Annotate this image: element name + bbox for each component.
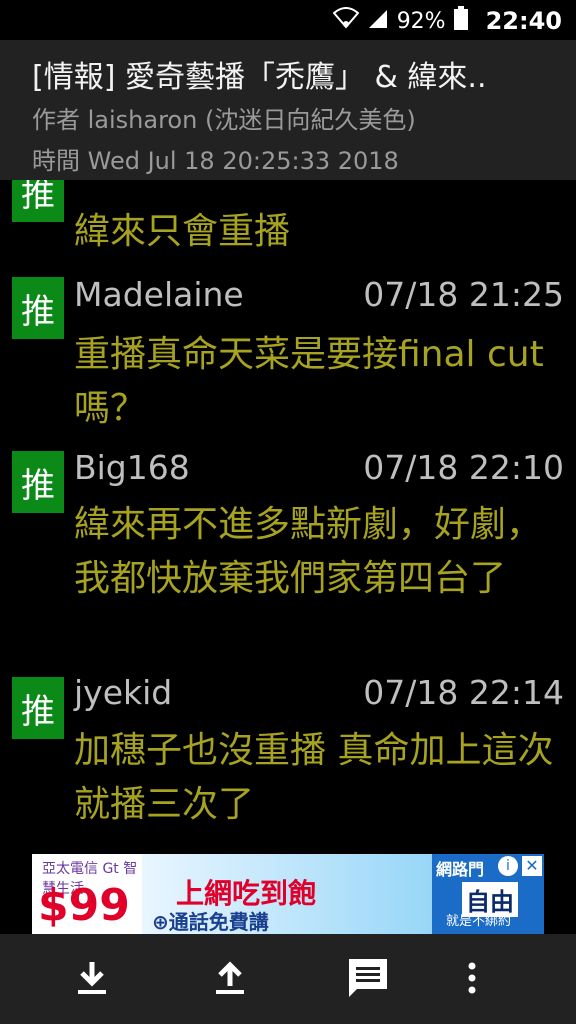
more-vert-icon bbox=[466, 960, 478, 1000]
ad-network: 網路門 bbox=[436, 860, 485, 879]
ad-banner[interactable]: 亞太電信 Gt 智慧生活 $99 上網吃到飽 ⊕通話免費講 網路門 自由 就是不… bbox=[32, 854, 544, 934]
comment-time: 07/18 22:10 bbox=[363, 448, 564, 487]
download-button[interactable] bbox=[66, 954, 118, 1006]
comment-user: Big168 bbox=[74, 448, 190, 487]
push-tag: 推 bbox=[12, 677, 64, 739]
ad-subline: ⊕通話免費講 bbox=[152, 910, 269, 934]
download-icon bbox=[72, 958, 112, 1002]
more-button[interactable] bbox=[446, 954, 498, 1006]
comment-icon bbox=[345, 955, 391, 1005]
comment-button[interactable] bbox=[342, 954, 394, 1006]
bottom-toolbar bbox=[0, 934, 576, 1024]
push-tag: 推 bbox=[12, 277, 64, 339]
article-time: 時間 Wed Jul 18 20:25:33 2018 bbox=[32, 147, 399, 175]
ad-left-panel: 亞太電信 Gt 智慧生活 $99 bbox=[32, 854, 142, 934]
upload-icon bbox=[210, 958, 250, 1002]
ad-tagline: 就是不綁約 bbox=[446, 914, 512, 929]
comment-text: 加穗子也沒重播 真命加上這次 就播三次了 bbox=[74, 730, 554, 825]
ad-price: $99 bbox=[38, 880, 130, 931]
article-title: [情報] 愛奇藝播「禿鷹」 & 緯來.. bbox=[32, 60, 487, 95]
comment-list[interactable]: 推 緯來只會重播 推 Madelaine 07/18 21:25 重播真命天菜是… bbox=[0, 180, 576, 850]
battery-percent: 92% bbox=[396, 8, 446, 34]
signal-icon bbox=[367, 8, 389, 34]
upload-button[interactable] bbox=[204, 954, 256, 1006]
ad-info-icon[interactable]: i bbox=[498, 856, 518, 876]
comment-time: 07/18 21:25 bbox=[363, 275, 564, 314]
comment-user: Madelaine bbox=[74, 275, 244, 314]
comment-time: 07/18 22:14 bbox=[363, 673, 564, 712]
status-bar: 92% 22:40 bbox=[0, 0, 576, 40]
clock: 22:40 bbox=[485, 7, 562, 35]
wifi-icon bbox=[332, 7, 360, 35]
comment-text: 緯來只會重播 bbox=[74, 211, 291, 252]
comment-text: 緯來再不進多點新劇，好劇，我都快放棄我們家第四台了 bbox=[74, 504, 543, 599]
push-tag: 推 bbox=[12, 451, 64, 513]
push-tag: 推 bbox=[12, 180, 64, 222]
battery-icon bbox=[453, 6, 468, 36]
ad-mid-panel: 上網吃到飽 ⊕通話免費講 bbox=[142, 854, 462, 934]
ad-close-icon[interactable]: ✕ bbox=[522, 856, 542, 876]
article-header: [情報] 愛奇藝播「禿鷹」 & 緯來.. 作者 laisharon (沈迷日向紀… bbox=[0, 40, 576, 180]
comment-text: 重播真命天菜是要接final cut嗎？ bbox=[74, 334, 544, 429]
article-author: 作者 laisharon (沈迷日向紀久美色) bbox=[32, 106, 416, 134]
comment-user: jyekid bbox=[74, 673, 173, 712]
